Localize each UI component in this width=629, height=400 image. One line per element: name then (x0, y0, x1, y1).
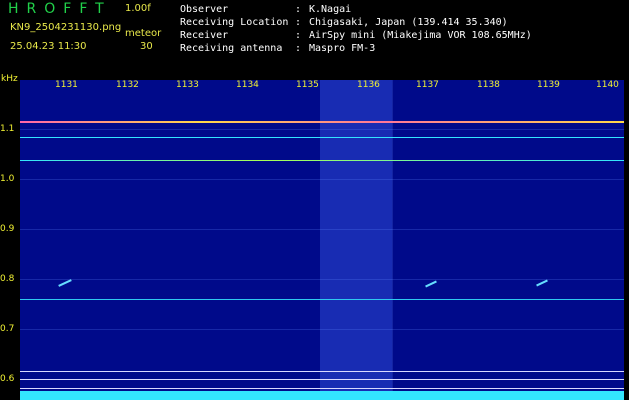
info-value: Maspro FM-3 (309, 43, 376, 54)
info-colon: : (295, 4, 302, 15)
signal-line (20, 299, 624, 300)
info-key: Receiving Location (180, 17, 289, 28)
grid-line (20, 129, 624, 130)
datetime-label: 25.04.23 11:30 (10, 41, 87, 52)
info-row-antenna: Receiving antenna: Maspro FM-3 (180, 42, 532, 55)
signal-line (20, 371, 624, 372)
x-tick: 1138 (477, 80, 500, 90)
file-name: KN9_2504231130.png (10, 22, 122, 33)
signal-line (20, 137, 624, 138)
signal-line (20, 379, 624, 380)
signal-line (20, 388, 624, 389)
y-tick: 1.1 (0, 124, 15, 134)
app-title: HROFFT (8, 1, 112, 17)
info-colon: : (295, 17, 302, 28)
version-label: 1.00f (125, 3, 151, 14)
info-row-location: Receiving Location: Chigasaki, Japan (139… (180, 16, 532, 29)
bottom-strip (20, 391, 624, 400)
y-tick: 0.9 (0, 224, 15, 234)
info-row-receiver: Receiver: AirSpy mini (Miakejima VOR 108.… (180, 29, 532, 42)
grid-line (20, 179, 624, 180)
y-tick: 0.8 (0, 274, 15, 284)
info-row-observer: Observer: K.Nagai (180, 3, 532, 16)
info-key: Receiver (180, 30, 229, 41)
meteor-label: meteor (125, 28, 162, 39)
x-tick: 1139 (537, 80, 560, 90)
info-value: Chigasaki, Japan (139.414 35.340) (309, 17, 508, 28)
station-info: Observer: K.Nagai Receiving Location: Chig… (180, 3, 532, 55)
header-panel: HROFFT 1.00f KN9_2504231130.png meteor 2… (0, 0, 629, 75)
meteor-count: 30 (140, 41, 153, 52)
signal-line (20, 160, 624, 161)
x-tick: 1135 (296, 80, 319, 90)
x-tick: 1133 (176, 80, 199, 90)
x-tick: 1136 (357, 80, 380, 90)
info-key: Observer (180, 4, 229, 15)
x-tick: 1132 (116, 80, 139, 90)
noise-band (320, 80, 392, 400)
x-tick: 1137 (416, 80, 439, 90)
x-tick: 1140 (596, 80, 619, 90)
y-tick: 1.0 (0, 174, 15, 184)
signal-line-main (20, 121, 624, 123)
y-tick: 0.7 (0, 324, 15, 334)
grid-line (20, 229, 624, 230)
grid-line (20, 279, 624, 280)
x-tick: 1131 (55, 80, 78, 90)
y-tick: 0.6 (0, 374, 15, 384)
x-tick: 1134 (236, 80, 259, 90)
axis-unit: kHz (1, 74, 18, 84)
info-value: K.Nagai (309, 4, 352, 15)
grid-line (20, 329, 624, 330)
info-value: AirSpy mini (Miakejima VOR 108.65MHz) (309, 30, 532, 41)
info-key: Receiving antenna (180, 43, 283, 54)
info-colon: : (295, 43, 302, 54)
info-colon: : (295, 30, 302, 41)
grid-vline (392, 80, 393, 400)
